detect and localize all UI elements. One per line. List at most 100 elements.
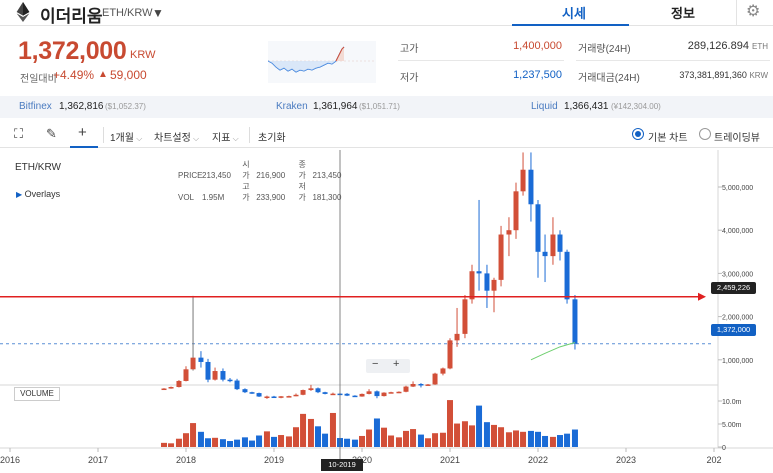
volume-bar xyxy=(395,437,402,447)
basic-chart-radio[interactable] xyxy=(632,128,644,140)
volume-tick-label: 10.0m xyxy=(722,399,742,406)
ethereum-logo xyxy=(16,2,30,22)
volume-bar xyxy=(359,435,365,447)
x-tick-label: 2017 xyxy=(88,455,108,465)
y-tick-label: 2,000,000 xyxy=(722,315,753,322)
volume-bar xyxy=(227,441,233,447)
indicators-menu[interactable]: 지표 ⌵ xyxy=(212,129,239,144)
candle-body xyxy=(322,392,328,394)
volume-bar xyxy=(234,439,241,447)
tab-info[interactable]: 정보 xyxy=(671,3,695,22)
overlays-toggle[interactable]: ▶ Overlays xyxy=(16,189,60,199)
exchange-name[interactable]: Liquid xyxy=(531,101,558,112)
exchange-name[interactable]: Bitfinex xyxy=(19,101,52,112)
x-tick-label: 2023 xyxy=(616,455,636,465)
candle-body xyxy=(462,299,468,334)
volume-bar xyxy=(285,436,292,447)
volume-bar xyxy=(535,431,541,447)
candle-body xyxy=(476,271,482,274)
volume-value: 289,126.894 ETH xyxy=(687,40,768,52)
divider xyxy=(103,127,104,143)
current-price: 1,372,000 xyxy=(18,37,127,65)
zoom-in-button[interactable]: + xyxy=(393,358,399,370)
chevron-down-icon[interactable]: ▼ xyxy=(152,6,164,20)
exchange-name[interactable]: Kraken xyxy=(276,101,308,112)
reset-button[interactable]: 초기화 xyxy=(258,129,286,144)
fullscreen-icon[interactable]: ⛶ xyxy=(14,126,23,142)
coin-header: 이더리움 ETH/KRW ▼ 시세 정보 ⚙ xyxy=(0,0,773,26)
exchange-usd: (¥142,304.00) xyxy=(611,102,661,111)
candle-body xyxy=(506,230,512,235)
candle-body xyxy=(249,392,255,394)
y-tick-label: 3,000,000 xyxy=(722,271,753,278)
candle-body xyxy=(469,271,475,300)
volume-bar xyxy=(351,439,358,447)
candle-body xyxy=(271,396,277,399)
volume-bar xyxy=(439,432,446,447)
candle-body xyxy=(388,392,394,394)
chart-settings-menu[interactable]: 차트설정 ⌵ xyxy=(154,129,199,144)
candle-body xyxy=(220,371,226,380)
zoom-out-button[interactable]: − xyxy=(372,358,378,370)
volume-bar xyxy=(520,431,527,447)
volume-bar xyxy=(476,405,483,447)
change-percent: +4.49% xyxy=(53,68,95,82)
gear-icon[interactable]: ⚙ xyxy=(746,1,760,21)
tab-quote[interactable]: 시세 xyxy=(562,3,586,22)
candle-body xyxy=(183,369,189,381)
volume-bar xyxy=(190,423,197,447)
price-chart[interactable]: 201620172018201920202021202220232025,000… xyxy=(0,150,773,473)
candle-body xyxy=(528,169,534,205)
volume-bar xyxy=(498,427,505,447)
basic-chart-label[interactable]: 기본 차트 xyxy=(648,129,688,144)
volume-bar xyxy=(249,440,255,447)
x-tick-label: 202 xyxy=(706,455,721,465)
candle-body xyxy=(484,273,490,291)
candle-body xyxy=(205,361,211,380)
current-price-tag: 1,372,000 xyxy=(711,324,756,336)
volume-bar xyxy=(197,431,204,447)
volume-bar xyxy=(322,433,329,447)
intraday-mini-chart xyxy=(268,41,376,83)
exchange-usd: ($1,051.71) xyxy=(359,102,400,111)
volume-bar xyxy=(549,436,556,447)
volume-bar xyxy=(271,436,277,447)
volume-bar xyxy=(542,435,549,447)
candle-body xyxy=(381,392,387,397)
volume-bar xyxy=(454,423,461,447)
candlestick-chart[interactable]: 201620172018201920202021202220232025,000… xyxy=(0,150,773,473)
candle-body xyxy=(190,357,196,370)
volume-bar xyxy=(205,438,211,447)
interval-select[interactable]: 1개월 ⌵ xyxy=(110,129,142,144)
volume-bar xyxy=(403,430,409,447)
candle-body xyxy=(374,391,380,397)
candle-body xyxy=(454,333,460,341)
hover-date-tag: 10-2019 xyxy=(321,459,363,471)
volume-bar xyxy=(315,426,321,447)
volume-bar xyxy=(263,431,270,447)
exchange-usd: ($1,052.37) xyxy=(105,102,146,111)
candle-body xyxy=(330,393,336,396)
candle-body xyxy=(535,204,541,252)
candle-body xyxy=(198,357,204,362)
change-label: 전일대비 xyxy=(20,74,57,85)
candle-body xyxy=(352,395,358,398)
crosshair-icon[interactable]: + xyxy=(78,124,87,141)
divider xyxy=(736,0,737,26)
candle-body xyxy=(256,393,262,397)
price-unit: KRW xyxy=(130,49,156,61)
pencil-icon[interactable]: ✎ xyxy=(46,126,57,142)
candle-body xyxy=(557,234,563,252)
candle-body xyxy=(234,380,240,390)
line-price-tag: 2,459,226 xyxy=(711,282,756,294)
tradingview-radio[interactable] xyxy=(699,128,711,140)
x-tick-label: 2022 xyxy=(528,455,548,465)
tradingview-label[interactable]: 트레이딩뷰 xyxy=(714,129,760,144)
volume-bar xyxy=(300,413,307,447)
volume-bar xyxy=(432,433,439,447)
volume-bar xyxy=(212,437,219,447)
exchange-price: 1,366,431 xyxy=(564,101,609,112)
chart-symbol: ETH/KRW xyxy=(15,162,61,173)
up-arrow-icon: ▲ xyxy=(98,69,108,80)
volume-bar xyxy=(183,433,189,447)
